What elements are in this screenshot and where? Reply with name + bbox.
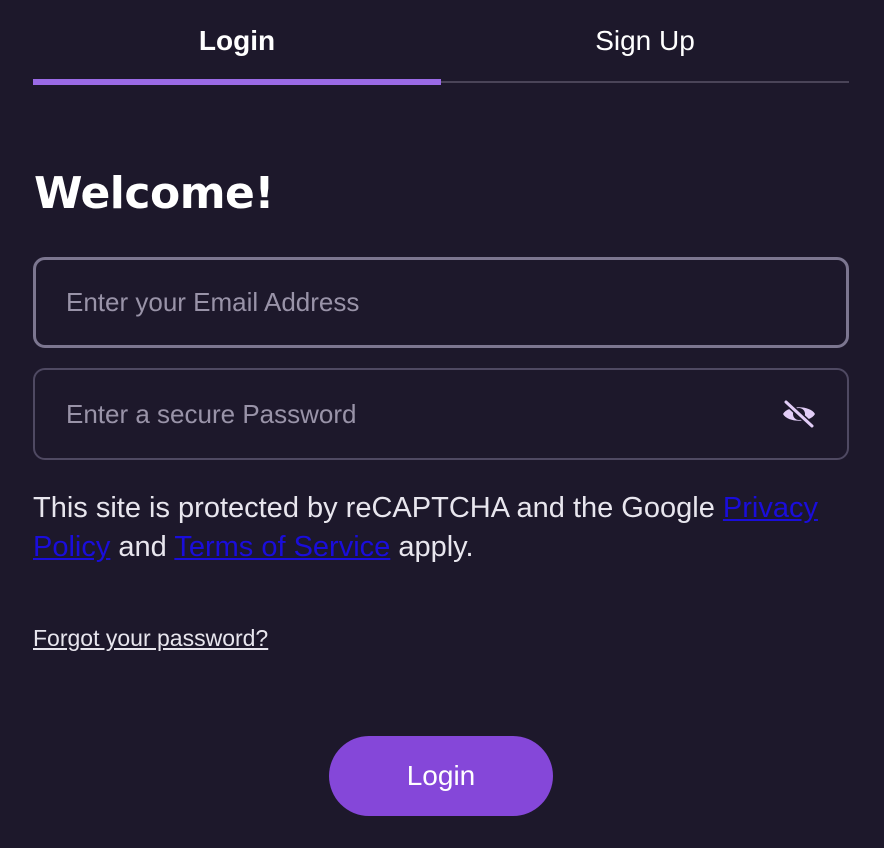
- recaptcha-middle: and: [110, 531, 175, 563]
- login-button[interactable]: Login: [329, 736, 553, 816]
- tab-sign-up-label: Sign Up: [595, 24, 695, 56]
- auth-tabs: Login Sign Up: [33, 0, 849, 85]
- eye-off-icon-glyph: [783, 399, 815, 429]
- login-panel: Login Sign Up Welcome! This site is prot…: [0, 0, 884, 848]
- forgot-password-link[interactable]: Forgot your password?: [33, 625, 268, 652]
- email-field-container: [33, 257, 849, 348]
- password-field-container: [33, 368, 849, 460]
- tab-sign-up[interactable]: Sign Up: [441, 0, 849, 83]
- recaptcha-prefix: This site is protected by reCAPTCHA and …: [33, 492, 723, 524]
- page-title: Welcome!: [34, 168, 274, 219]
- eye-off-icon[interactable]: [779, 394, 819, 434]
- password-field[interactable]: [35, 370, 779, 458]
- terms-of-service-link[interactable]: Terms of Service: [174, 531, 390, 563]
- tab-login-label: Login: [198, 24, 276, 56]
- tab-login[interactable]: Login: [33, 0, 441, 85]
- email-field[interactable]: [36, 260, 846, 345]
- recaptcha-suffix: apply.: [390, 531, 474, 563]
- recaptcha-notice: This site is protected by reCAPTCHA and …: [33, 489, 849, 567]
